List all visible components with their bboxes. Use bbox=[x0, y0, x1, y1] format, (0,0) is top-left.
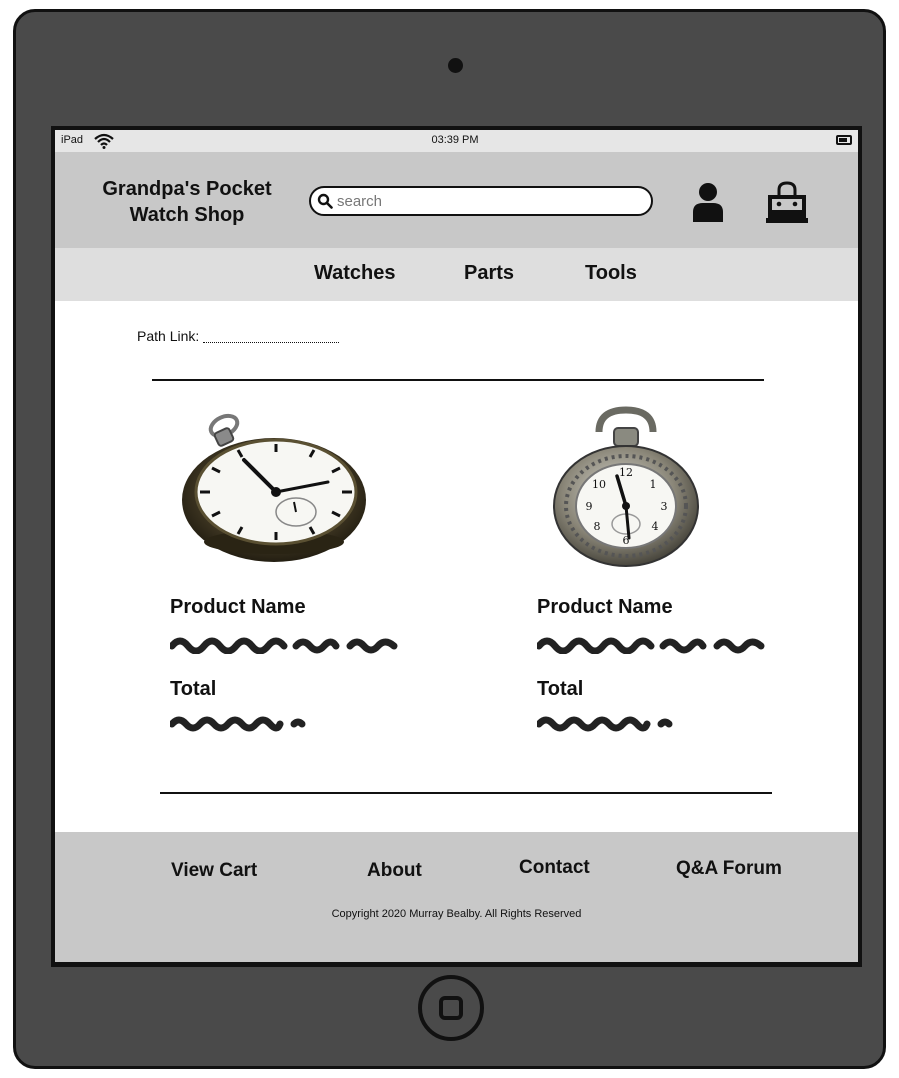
footer-link-view-cart[interactable]: View Cart bbox=[171, 860, 257, 882]
product-total-label-1: Total bbox=[170, 678, 217, 700]
status-device-name: iPad bbox=[61, 134, 84, 146]
status-bar: iPad 03:39 PM bbox=[55, 130, 858, 152]
copyright-notice: Copyright 2020 Murray Bealby. All Rights… bbox=[331, 908, 582, 920]
product-total-placeholder-1 bbox=[170, 716, 306, 732]
nav-watches[interactable]: Watches bbox=[314, 262, 396, 285]
shop-title[interactable]: Grandpa's Pocket Watch Shop bbox=[87, 176, 287, 228]
wifi-icon bbox=[94, 133, 114, 149]
product-image-hunter-watch[interactable]: 12 1 3 6 9 10 4 8 bbox=[551, 406, 701, 568]
svg-text:3: 3 bbox=[661, 500, 668, 513]
search-input[interactable] bbox=[337, 190, 637, 212]
breadcrumb-label: Path Link: bbox=[137, 328, 200, 344]
nav-parts[interactable]: Parts bbox=[464, 262, 514, 285]
svg-text:4: 4 bbox=[652, 520, 659, 533]
footer-link-contact[interactable]: Contact bbox=[519, 857, 590, 879]
breadcrumb-placeholder bbox=[203, 341, 340, 343]
footer-link-qa-forum[interactable]: Q&A Forum bbox=[676, 858, 782, 880]
product-name-2[interactable]: Product Name bbox=[537, 596, 673, 619]
tablet-frame: iPad 03:39 PM Grandpa's Pocket Watch Sho… bbox=[13, 9, 886, 1069]
battery-icon bbox=[836, 135, 852, 145]
status-time: 03:39 PM bbox=[431, 134, 479, 146]
svg-text:12: 12 bbox=[619, 466, 633, 479]
home-button-icon bbox=[439, 996, 463, 1020]
nav-tools[interactable]: Tools bbox=[585, 262, 637, 285]
product-description-placeholder-1 bbox=[170, 637, 398, 654]
search-icon bbox=[317, 193, 333, 209]
svg-text:8: 8 bbox=[594, 520, 601, 533]
search-box[interactable] bbox=[309, 186, 653, 216]
screen: iPad 03:39 PM Grandpa's Pocket Watch Sho… bbox=[51, 126, 862, 967]
svg-text:10: 10 bbox=[592, 478, 606, 491]
svg-text:1: 1 bbox=[650, 478, 657, 491]
main-nav: Watches Parts Tools bbox=[55, 248, 858, 301]
svg-text:9: 9 bbox=[586, 500, 593, 513]
product-image-open-face-watch[interactable] bbox=[178, 408, 370, 566]
shopping-bag-icon[interactable] bbox=[764, 180, 810, 226]
divider-top bbox=[152, 379, 764, 381]
product-total-label-2: Total bbox=[537, 678, 584, 700]
site-footer: View Cart About Contact Q&A Forum Copyri… bbox=[55, 832, 858, 962]
divider-bottom bbox=[160, 792, 772, 794]
footer-link-about[interactable]: About bbox=[367, 860, 422, 882]
product-description-placeholder-2 bbox=[537, 637, 765, 654]
camera-dot bbox=[448, 58, 463, 73]
site-header: Grandpa's Pocket Watch Shop bbox=[55, 152, 858, 248]
breadcrumb[interactable]: Path Link: bbox=[137, 328, 340, 344]
product-name-1[interactable]: Product Name bbox=[170, 596, 306, 619]
home-button[interactable] bbox=[418, 975, 484, 1041]
user-icon[interactable] bbox=[691, 182, 725, 224]
product-total-placeholder-2 bbox=[537, 716, 673, 732]
